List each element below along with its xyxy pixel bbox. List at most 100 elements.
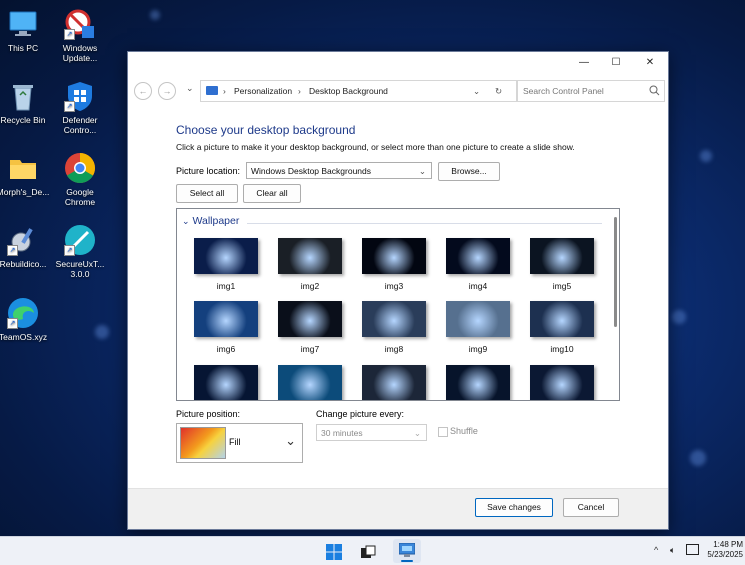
wallpaper-thumbnail[interactable] xyxy=(446,365,510,400)
desktop-icon-recycle-bin[interactable]: Recycle Bin xyxy=(0,80,51,125)
wallpaper-thumbnail[interactable] xyxy=(530,238,594,274)
wallpaper-thumbnail[interactable] xyxy=(194,365,258,400)
desktop-icon-folder[interactable]: Morph's_De... xyxy=(0,152,51,197)
wallpaper-thumbnail-label: img10 xyxy=(550,344,574,354)
group-label: Wallpaper xyxy=(192,215,240,227)
wallpaper-thumbnail[interactable] xyxy=(362,365,426,400)
wallpaper-thumbnail-label: img6 xyxy=(216,344,236,354)
picture-position-label: Picture position: xyxy=(176,409,241,419)
bokeh xyxy=(690,450,706,466)
control-panel-icon xyxy=(206,86,218,95)
save-changes-button[interactable]: Save changes xyxy=(475,498,553,517)
browse-button[interactable]: Browse... xyxy=(438,162,500,181)
speaker-muted-icon[interactable]: 🔈︎ xyxy=(670,545,675,556)
active-indicator xyxy=(401,560,413,562)
wallpaper-thumbnail[interactable] xyxy=(278,238,342,274)
folder-icon xyxy=(7,152,39,184)
wallpaper-thumbnail[interactable] xyxy=(194,238,258,274)
group-header[interactable]: ⌄ Wallpaper xyxy=(182,215,239,227)
brush-icon: ↗ xyxy=(64,224,96,256)
picture-position-select[interactable]: Fill ⌄ xyxy=(176,423,303,463)
desktop-icon-label: Morph's_De... xyxy=(0,187,50,197)
taskbar-control-panel-button[interactable] xyxy=(393,539,421,563)
wallpaper-thumbnail-label: img7 xyxy=(300,344,320,354)
shortcut-arrow-icon: ↗ xyxy=(7,245,18,256)
taskbar: ^ 🔈︎ 1:48 PM 5/23/2025 xyxy=(0,536,745,565)
desktop-icon-rebuild[interactable]: ↗ Rebuildico... xyxy=(0,224,51,269)
back-button[interactable]: ← xyxy=(134,82,152,100)
change-picture-select: 30 minutes ⌄ xyxy=(316,424,427,441)
change-picture-label: Change picture every: xyxy=(316,409,405,419)
desktop-icon-label: Google Chrome xyxy=(64,187,96,207)
desktop-icon-label: This PC xyxy=(7,43,39,53)
windows-logo-icon xyxy=(326,544,342,560)
wallpaper-thumbnail-label: img1 xyxy=(216,281,236,291)
wallpaper-thumbnail[interactable] xyxy=(362,238,426,274)
refresh-icon[interactable]: ↻ xyxy=(495,81,502,101)
select-all-button[interactable]: Select all xyxy=(176,184,238,203)
shortcut-arrow-icon: ↗ xyxy=(64,101,75,112)
start-button[interactable] xyxy=(326,544,342,560)
maximize-button[interactable]: ☐ xyxy=(600,52,632,74)
wallpaper-thumbnail[interactable] xyxy=(530,301,594,337)
task-view-button[interactable] xyxy=(360,544,376,560)
shortcut-arrow-icon: ↗ xyxy=(64,29,75,40)
desktop-icon-label: SecureUxT... 3.0.0 xyxy=(55,259,105,279)
cancel-button[interactable]: Cancel xyxy=(563,498,619,517)
wallpaper-thumbnail-label: img9 xyxy=(468,344,488,354)
wallpaper-thumbnail[interactable] xyxy=(194,301,258,337)
page-subtitle: Click a picture to make it your desktop … xyxy=(176,142,575,152)
scrollbar[interactable] xyxy=(614,217,617,327)
desktop-icon-defender-control[interactable]: ↗ Defender Contro... xyxy=(52,80,108,135)
chrome-icon xyxy=(64,152,96,184)
desktop-icon-windows-update[interactable]: ↗ Windows Update... xyxy=(52,8,108,63)
desktop-icon-secureux[interactable]: ↗ SecureUxT... 3.0.0 xyxy=(52,224,108,279)
wallpaper-gallery[interactable]: ⌄ Wallpaper img1 img2 img3 img4 img5 img6 img7… xyxy=(176,208,620,401)
clock[interactable]: 1:48 PM 5/23/2025 xyxy=(703,540,743,560)
picture-location-select[interactable]: Windows Desktop Backgrounds ⌄ xyxy=(246,162,432,179)
picture-position-value: Fill xyxy=(229,437,241,447)
desktop-icon-label: Recycle Bin xyxy=(0,115,46,125)
desktop-icon-teamos[interactable]: ↗ TeamOS.xyz xyxy=(0,297,51,342)
picture-location-value: Windows Desktop Backgrounds xyxy=(251,166,372,176)
windows-update-icon: ↗ xyxy=(64,8,96,40)
picture-location-label: Picture location: xyxy=(176,166,241,176)
forward-button[interactable]: → xyxy=(158,82,176,100)
desktop-icon-google-chrome[interactable]: Google Chrome xyxy=(52,152,108,207)
recent-locations-chevron-icon[interactable]: ⌄ xyxy=(186,83,194,94)
breadcrumb-personalization[interactable]: Personalization xyxy=(234,81,292,101)
wallpaper-thumbnail[interactable] xyxy=(278,301,342,337)
desktop-background-window: — ☐ ✕ ← → ⌄ › Personalization › Desktop … xyxy=(127,51,669,530)
desktop-icon-label: Defender Contro... xyxy=(62,115,98,135)
network-icon[interactable] xyxy=(686,544,699,555)
wallpaper-thumbnail[interactable] xyxy=(362,301,426,337)
address-bar-row: ← → ⌄ › Personalization › Desktop Backgr… xyxy=(128,79,668,103)
wallpaper-thumbnail[interactable] xyxy=(446,301,510,337)
minimize-button[interactable]: — xyxy=(568,52,600,74)
breadcrumb-desktop-background[interactable]: Desktop Background xyxy=(309,81,388,101)
wallpaper-thumbnail[interactable] xyxy=(530,365,594,400)
search-placeholder: Search Control Panel xyxy=(523,86,604,96)
recycle-bin-icon xyxy=(7,80,39,112)
tools-icon: ↗ xyxy=(7,224,39,256)
shuffle-checkbox xyxy=(438,427,448,437)
page-title: Choose your desktop background xyxy=(176,123,356,137)
search-input[interactable]: Search Control Panel xyxy=(517,80,665,102)
bokeh xyxy=(150,10,160,20)
wallpaper-thumbnail-label: img4 xyxy=(468,281,488,291)
address-dropdown-chevron-icon[interactable]: ⌄ xyxy=(473,81,480,101)
clear-all-button[interactable]: Clear all xyxy=(243,184,301,203)
wallpaper-thumbnail[interactable] xyxy=(446,238,510,274)
title-bar[interactable]: — ☐ ✕ xyxy=(128,52,668,74)
tray-overflow-chevron[interactable]: ^ xyxy=(654,545,658,555)
bokeh xyxy=(672,310,686,324)
address-bar[interactable]: › Personalization › Desktop Background ⌄… xyxy=(200,80,517,102)
bokeh xyxy=(95,325,109,339)
desktop-icon-this-pc[interactable]: This PC xyxy=(0,8,51,53)
bokeh xyxy=(700,150,712,162)
shortcut-arrow-icon: ↗ xyxy=(7,318,18,329)
close-button[interactable]: ✕ xyxy=(634,52,666,74)
desktop-icon-label: TeamOS.xyz xyxy=(0,332,48,342)
wallpaper-thumbnail[interactable] xyxy=(278,365,342,400)
control-panel-icon xyxy=(399,543,415,557)
